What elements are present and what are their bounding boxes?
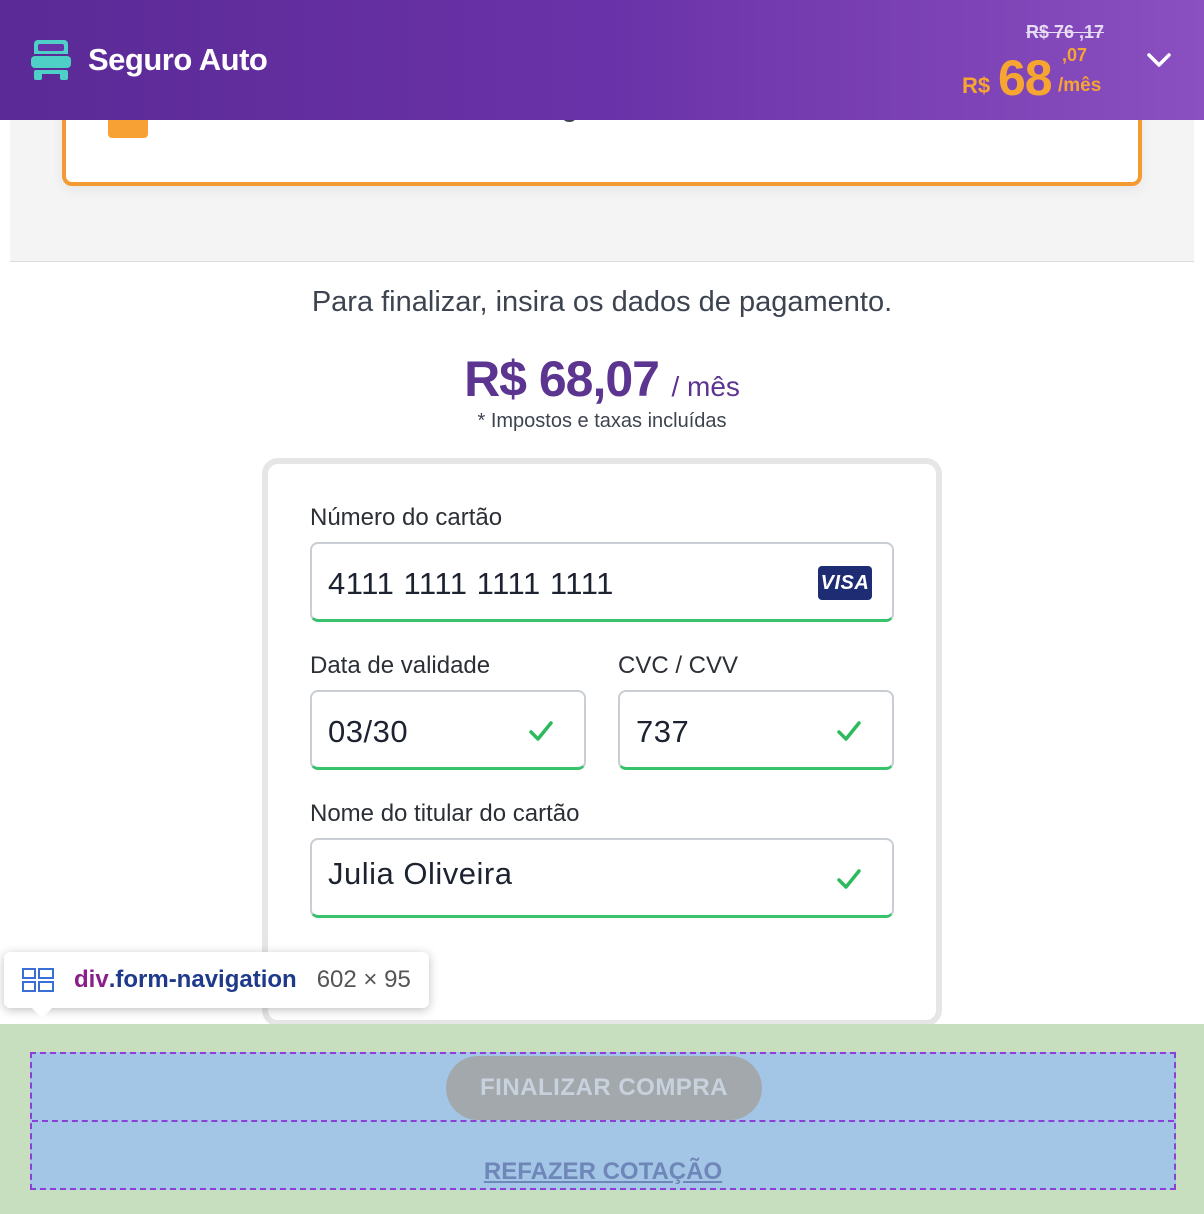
finalize-purchase-button[interactable]: FINALIZAR COMPRA — [446, 1056, 762, 1120]
payment-price-value: R$ 68,07 — [464, 351, 660, 407]
price-integer: 68 — [998, 50, 1053, 106]
holder-label: Nome do titular do cartão — [310, 800, 580, 827]
holder-value: Julia Oliveira — [328, 856, 513, 891]
car-icon — [31, 40, 71, 80]
holder-field[interactable]: Julia Oliveira — [310, 838, 894, 918]
card-number-label: Número do cartão — [310, 504, 503, 531]
payment-form: Número do cartão 4111 1111 1111 1111 VIS… — [262, 458, 942, 1026]
current-price: R$ 68 ,07 /mês — [954, 43, 1104, 106]
coverage-options-section: Não tenho interesse, obrigado — [10, 100, 1194, 262]
payment-price-period: / mês — [671, 371, 740, 402]
expiry-value: 03/30 — [328, 714, 409, 749]
visa-icon: VISA — [818, 566, 872, 600]
top-bar: Seguro Auto R$ 76 ,17 R$ 68 ,07 /mês — [0, 0, 1204, 120]
cvc-label: CVC / CVV — [618, 652, 739, 679]
card-number-value: 4111 1111 1111 1111 — [328, 566, 614, 601]
devtools-tooltip: div .form-navigation 602 × 95 — [4, 952, 429, 1018]
header-price: R$ 76 ,17 R$ 68 ,07 /mês — [954, 22, 1104, 106]
expiry-label: Data de validade — [310, 652, 491, 679]
cvc-field[interactable]: 737 — [618, 690, 894, 770]
chevron-down-icon[interactable] — [1144, 48, 1174, 72]
redo-quote-link[interactable]: REFAZER COTAÇÃO — [32, 1158, 1174, 1186]
taxes-note: * Impostos e taxas incluídas — [477, 410, 727, 432]
nav-divider — [32, 1120, 1174, 1122]
check-icon — [837, 869, 861, 889]
cvc-value: 737 — [636, 714, 690, 749]
price-period: /mês — [1058, 75, 1102, 96]
tooltip-size: 602 × 95 — [316, 966, 411, 993]
brand: Seguro Auto — [30, 36, 268, 84]
price-cents: ,07 — [1062, 45, 1088, 65]
old-price: R$ 76 ,17 — [1025, 22, 1104, 42]
app-title: Seguro Auto — [88, 42, 268, 77]
payment-price: R$ 68,07 / mês — [0, 350, 1204, 408]
grid-layout-icon — [22, 968, 54, 992]
tooltip-tag: div — [74, 966, 109, 993]
check-icon — [529, 721, 553, 741]
check-icon — [837, 721, 861, 741]
expiry-field[interactable]: 03/30 — [310, 690, 586, 770]
tooltip-class: .form-navigation — [108, 966, 297, 993]
form-navigation: FINALIZAR COMPRA REFAZER COTAÇÃO — [30, 1052, 1176, 1190]
price-currency: R$ — [962, 73, 991, 98]
card-number-field[interactable]: 4111 1111 1111 1111 VISA — [310, 542, 894, 622]
form-navigation-highlight: FINALIZAR COMPRA REFAZER COTAÇÃO — [0, 1024, 1204, 1214]
payment-intro: Para finalizar, insira os dados de pagam… — [311, 286, 893, 318]
